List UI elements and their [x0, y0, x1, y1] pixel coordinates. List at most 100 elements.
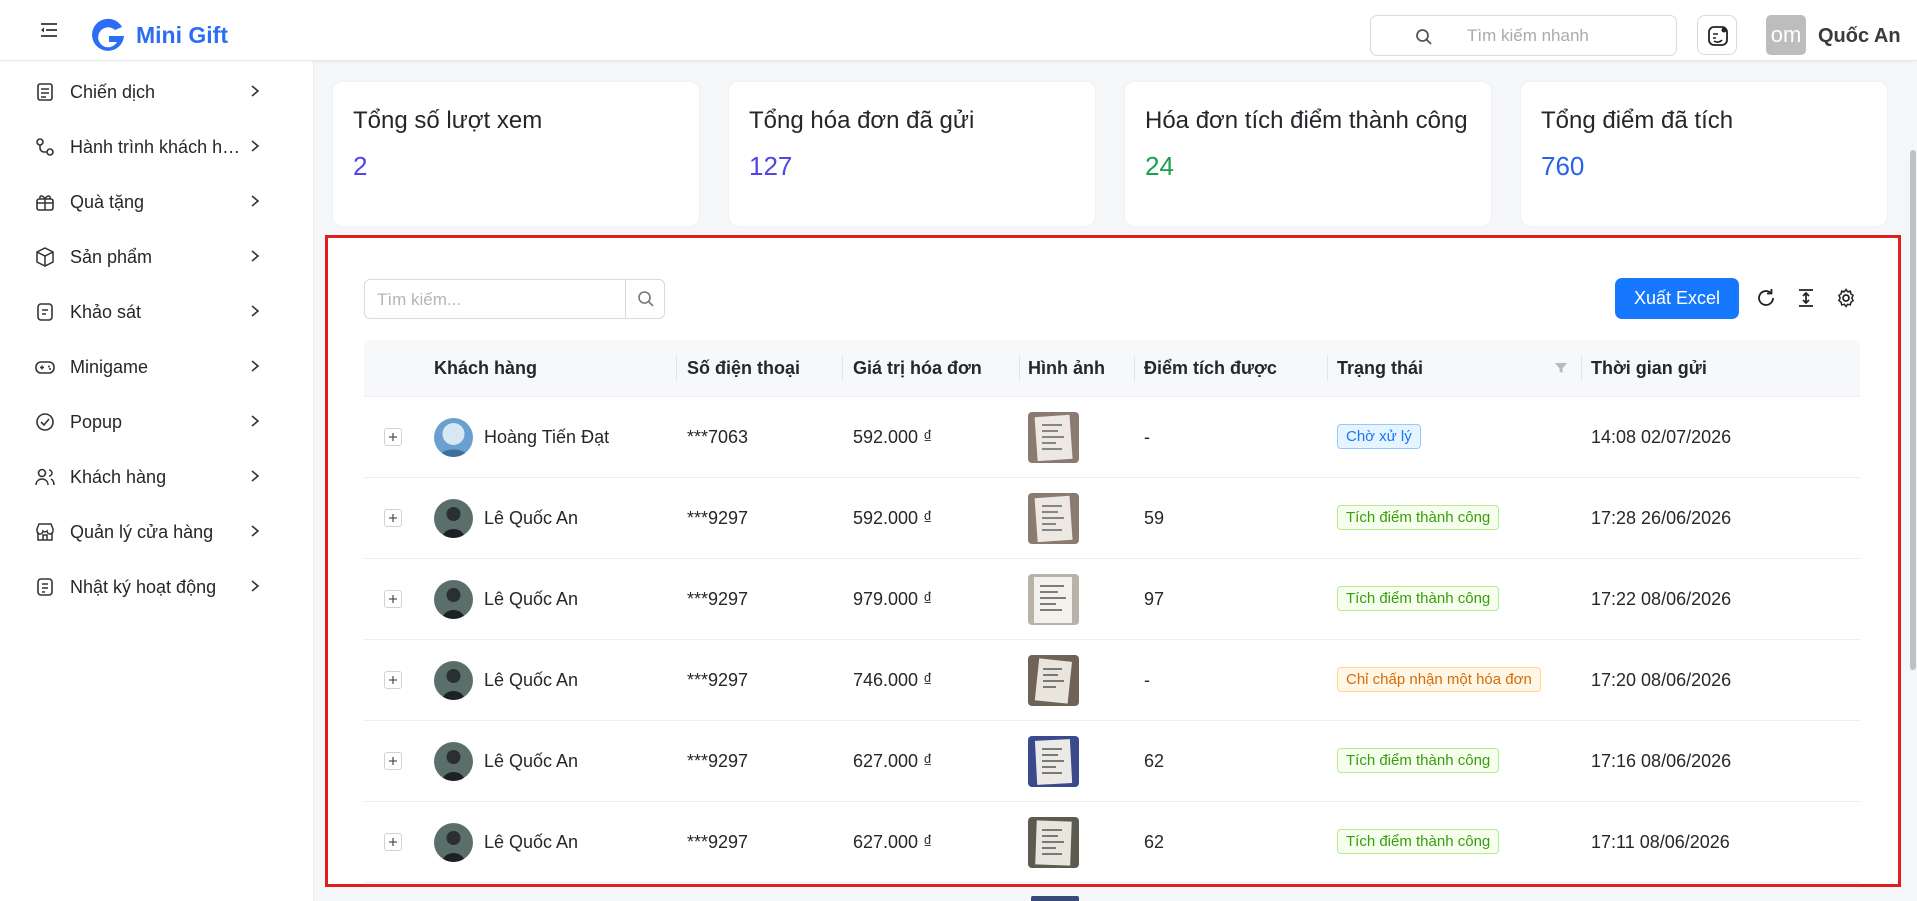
stat-value: 24 [1145, 151, 1174, 181]
sidebar-item-survey[interactable]: Khảo sát [0, 285, 314, 340]
column-header-amount[interactable]: Giá trị hóa đơn [853, 358, 982, 379]
column-divider [676, 356, 677, 381]
user-avatar[interactable]: om [1766, 15, 1806, 55]
sidebar-item-customers[interactable]: Khách hàng [0, 450, 314, 505]
sidebar-item-label: Khảo sát [70, 302, 142, 322]
sent-time: 17:28 26/06/2026 [1591, 508, 1732, 528]
quick-search-input[interactable] [1467, 25, 1667, 47]
invoice-image-thumbnail[interactable] [1028, 493, 1079, 544]
chevron-right-icon [251, 525, 260, 537]
table-row[interactable]: Lê Quốc An ***9297 592.000 ₫ 59 Tích điể… [364, 478, 1860, 559]
invoice-image-thumbnail[interactable] [1028, 655, 1079, 706]
user-name[interactable]: Quốc An [1818, 25, 1901, 48]
sidebar-item-label: Quà tặng [70, 192, 145, 212]
invoice-amount: 592.000 ₫ [853, 508, 933, 528]
quick-search-box[interactable] [1370, 15, 1677, 56]
sidebar-item-activity-log[interactable]: Nhật ký hoạt động [0, 560, 314, 615]
column-divider [1581, 356, 1582, 381]
sidebar-item-journey[interactable]: Hành trình khách hàng [0, 120, 314, 175]
column-divider [842, 356, 843, 381]
column-header-status[interactable]: Trạng thái [1337, 358, 1423, 379]
table-search-box[interactable] [364, 279, 665, 319]
column-header-sent-at[interactable]: Thời gian gửi [1591, 358, 1707, 379]
status-badge: Chờ xử lý [1337, 424, 1421, 449]
plus-icon [389, 757, 397, 765]
chevron-right-icon [251, 250, 260, 262]
column-divider [1327, 356, 1328, 381]
expand-row-button[interactable] [384, 509, 402, 527]
column-header-phone[interactable]: Số điện thoại [687, 358, 800, 379]
sidebar-item-label: Khách hàng [70, 467, 167, 487]
status-badge: Tích điểm thành công [1337, 586, 1500, 611]
invoice-image-thumbnail[interactable] [1028, 736, 1079, 787]
expand-row-button[interactable] [384, 590, 402, 608]
stat-label: Tổng điểm đã tích [1541, 107, 1734, 134]
customer-avatar [434, 742, 473, 781]
invoice-amount: 627.000 ₫ [853, 832, 933, 852]
expand-row-button[interactable] [384, 752, 402, 770]
page-scrollbar-thumb[interactable] [1910, 150, 1916, 670]
column-header-image[interactable]: Hình ảnh [1028, 358, 1105, 379]
table-header: Khách hàng Số điện thoại Giá trị hóa đơn… [364, 340, 1860, 397]
sidebar-item-campaign[interactable]: Chiến dịch [0, 65, 314, 120]
phone-number: ***9297 [687, 589, 749, 609]
sidebar-item-minigame[interactable]: Minigame [0, 340, 314, 395]
notification-button[interactable] [1697, 15, 1737, 55]
customer-name: Lê Quốc An [484, 670, 579, 690]
earned-points: 59 [1144, 508, 1165, 528]
sidebar-item-label: Minigame [70, 357, 149, 377]
popup-icon [36, 413, 54, 431]
customer-avatar [434, 499, 473, 538]
journey-icon [36, 138, 54, 156]
brand-name: Mini Gift [136, 22, 228, 48]
stat-label: Hóa đơn tích điểm thành công [1145, 107, 1468, 134]
table-row[interactable]: Lê Quốc An ***9297 627.000 ₫ 62 Tích điể… [364, 721, 1860, 802]
invoice-amount: 627.000 ₫ [853, 751, 933, 771]
column-header-customer[interactable]: Khách hàng [434, 358, 537, 379]
stat-label: Tổng hóa đơn đã gửi [749, 107, 975, 134]
invoice-image-thumbnail[interactable] [1028, 817, 1079, 868]
stat-value: 127 [749, 151, 793, 181]
sidebar-item-products[interactable]: Sản phẩm [0, 230, 314, 285]
invoice-image-thumbnail[interactable] [1028, 574, 1079, 625]
store-icon [36, 523, 54, 541]
survey-icon [37, 303, 53, 321]
earned-points: 62 [1144, 751, 1165, 771]
settings-gear-icon[interactable] [1835, 287, 1857, 309]
sidebar-item-label: Popup [70, 412, 123, 432]
invoice-amount: 592.000 ₫ [853, 427, 933, 447]
sidebar: Chiến dịch Hành trình khách hàng Quà tặn… [0, 61, 314, 901]
sidebar-item-store-management[interactable]: Quản lý cửa hàng [0, 505, 314, 560]
reload-icon[interactable] [1755, 287, 1777, 309]
invoice-table-panel: Xuất Excel Khách hàng Số điện thoại Giá … [325, 235, 1901, 887]
search-icon [1416, 29, 1432, 45]
table-row[interactable]: Lê Quốc An ***9297 746.000 ₫ - Chỉ chấp … [364, 640, 1860, 721]
menu-fold-icon[interactable] [38, 19, 60, 41]
sidebar-item-label: Chiến dịch [70, 82, 156, 102]
table-row[interactable]: Hoàng Tiến Đạt ***7063 592.000 ₫ - Chờ x… [364, 397, 1860, 478]
column-header-points[interactable]: Điểm tích được [1144, 358, 1277, 379]
chevron-right-icon [251, 580, 260, 592]
invoice-image-thumbnail[interactable] [1028, 412, 1079, 463]
stat-card-successful-invoices: Hóa đơn tích điểm thành công 24 [1124, 81, 1492, 227]
table-row[interactable]: Lê Quốc An ***9297 627.000 ₫ 62 Tích điể… [364, 802, 1860, 883]
expand-row-button[interactable] [384, 428, 402, 446]
sidebar-item-gifts[interactable]: Quà tặng [0, 175, 314, 230]
export-excel-button[interactable]: Xuất Excel [1615, 278, 1739, 319]
sent-time: 17:20 08/06/2026 [1591, 670, 1732, 690]
customer-name: Lê Quốc An [484, 589, 579, 609]
next-row-thumbnail-peek [1031, 896, 1079, 901]
table-row[interactable]: Lê Quốc An ***9297 979.000 ₫ 97 Tích điể… [364, 559, 1860, 640]
expand-row-button[interactable] [384, 671, 402, 689]
sidebar-item-popup[interactable]: Popup [0, 395, 314, 450]
table-search-button[interactable] [625, 280, 665, 318]
invoice-amount: 746.000 ₫ [853, 670, 933, 690]
sidebar-item-label: Quản lý cửa hàng [70, 522, 214, 542]
earned-points: - [1144, 427, 1150, 447]
filter-icon[interactable] [1554, 361, 1568, 375]
chat-bot-icon [1708, 26, 1728, 46]
column-height-icon[interactable] [1795, 287, 1817, 309]
table-search-input[interactable] [377, 289, 617, 311]
expand-row-button[interactable] [384, 833, 402, 851]
plus-icon [389, 676, 397, 684]
